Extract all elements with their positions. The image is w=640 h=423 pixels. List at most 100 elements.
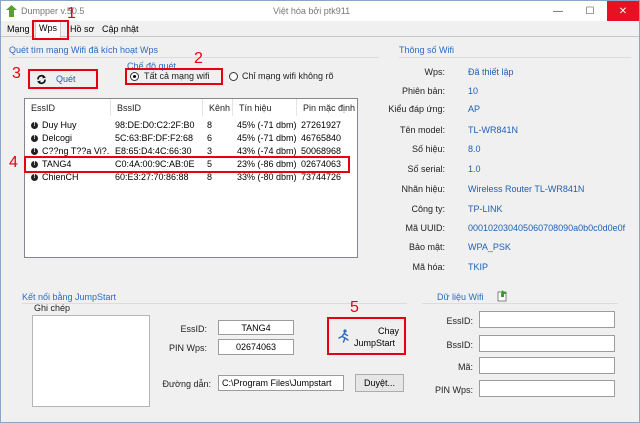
row-bssid: 98:DE:D0:C2:2F:B0 bbox=[115, 120, 195, 130]
info-icon: ! bbox=[31, 174, 38, 181]
close-button[interactable]: ✕ bbox=[607, 1, 639, 21]
tab-strip: Mạng Wps Hồ sơ Cập nhật bbox=[1, 21, 639, 38]
pin-wps-field[interactable]: 02674063 bbox=[218, 339, 294, 355]
wifi-info-value-serial: 1.0 bbox=[468, 164, 481, 174]
row-essid: ChienCH bbox=[42, 172, 79, 182]
wifi-info-label-security: Bảo mật: bbox=[408, 242, 445, 252]
row-essid: Delcogi bbox=[42, 133, 73, 143]
essid-label: EssID: bbox=[180, 324, 207, 334]
row-essid: Duy Huy bbox=[42, 120, 77, 130]
maximize-button[interactable]: ☐ bbox=[574, 1, 606, 21]
table-row[interactable]: ! Delcogi 5C:63:BF:DF:F2:68 6 45% (-71 d… bbox=[25, 133, 357, 145]
info-icon: ! bbox=[31, 148, 38, 155]
title-bar: Dumpper v.50.5 Việt hóa bởi ptk911 — ☐ ✕ bbox=[1, 1, 639, 21]
column-header-essid[interactable]: EssID bbox=[25, 99, 111, 116]
wifi-info-value-model-number: 8.0 bbox=[468, 144, 481, 154]
row-signal: 45% (-71 dbm) bbox=[237, 120, 297, 130]
column-header-signal[interactable]: Tín hiệu bbox=[233, 99, 297, 116]
row-signal: 45% (-71 dbm) bbox=[237, 133, 297, 143]
row-bssid: 60:E3:27:70:86:88 bbox=[115, 172, 189, 182]
table-row[interactable]: ! Duy Huy 98:DE:D0:C2:2F:B0 8 45% (-71 d… bbox=[25, 120, 357, 132]
info-icon: ! bbox=[31, 122, 38, 129]
wifi-data-title: Dữ liệu Wifi bbox=[437, 292, 484, 302]
run-jumpstart-label-line2: JumpStart bbox=[354, 338, 396, 348]
annotation-number-4: 4 bbox=[9, 154, 18, 171]
wifi-info-value-wps: Đã thiết lập bbox=[468, 67, 514, 77]
wifi-info-label-company: Công ty: bbox=[411, 204, 445, 214]
wifi-data-bssid-field[interactable] bbox=[479, 335, 615, 352]
scan-section-title: Quét tìm mạng Wifi đã kích hoạt Wps bbox=[9, 45, 159, 55]
wifi-data-group-line bbox=[422, 303, 618, 304]
wifi-info-value-response-type: AP bbox=[468, 104, 481, 114]
scan-button-label: Quét bbox=[56, 74, 76, 84]
row-signal: 33% (-80 dbm) bbox=[237, 172, 297, 182]
minimize-button[interactable]: — bbox=[542, 1, 574, 21]
wifi-data-pin-field[interactable] bbox=[479, 380, 615, 397]
wifi-info-label-brand: Nhãn hiệu: bbox=[401, 184, 445, 194]
wifi-info-value-uuid: 000102030405060708090a0b0c0d0e0f bbox=[468, 223, 626, 233]
running-person-icon bbox=[338, 329, 349, 343]
tab-profiles[interactable]: Hồ sơ bbox=[67, 23, 97, 37]
mode-unknown-radio[interactable] bbox=[229, 72, 238, 81]
column-header-bssid[interactable]: BssID bbox=[111, 99, 203, 116]
wifi-info-value-company: TP-LINK bbox=[468, 204, 503, 214]
row-essid: C??ng T??a Vi?... bbox=[42, 146, 110, 156]
export-icon[interactable] bbox=[496, 289, 509, 302]
wifi-data-key-label: Mã: bbox=[457, 362, 473, 372]
wifi-info-label-serial: Số serial: bbox=[407, 164, 445, 174]
row-channel: 8 bbox=[207, 172, 213, 182]
wifi-info-label-model-number: Số hiệu: bbox=[411, 144, 445, 154]
run-jumpstart-button[interactable]: Chạy JumpStart bbox=[327, 317, 406, 355]
row-channel: 8 bbox=[207, 120, 213, 130]
run-jumpstart-label-line1: Chạy bbox=[378, 326, 400, 336]
row-bssid: 5C:63:BF:DF:F2:68 bbox=[115, 133, 194, 143]
mode-all-radio[interactable] bbox=[130, 72, 139, 81]
wifi-data-bssid-label: BssID: bbox=[446, 340, 473, 350]
wifi-info-value-model-name: TL-WR841N bbox=[468, 125, 519, 135]
wifi-data-essid-label: EssID: bbox=[446, 316, 473, 326]
row-channel: 3 bbox=[207, 146, 213, 156]
notes-area[interactable] bbox=[32, 315, 150, 407]
scan-button[interactable]: Quét bbox=[28, 69, 98, 89]
translation-credit: Việt hóa bởi ptk911 bbox=[273, 6, 351, 16]
annotation-number-2: 2 bbox=[194, 50, 203, 67]
wifi-info-value-version: 10 bbox=[468, 86, 479, 96]
wifi-data-key-field[interactable] bbox=[479, 357, 615, 374]
wifi-info-label-encryption: Mã hóa: bbox=[412, 262, 445, 272]
annotation-box-1 bbox=[32, 20, 69, 40]
tab-network[interactable]: Mạng bbox=[4, 23, 33, 37]
column-header-default-pin[interactable]: Pin mặc định bbox=[297, 99, 359, 116]
annotation-number-5: 5 bbox=[350, 299, 359, 316]
essid-field[interactable]: TANG4 bbox=[218, 320, 294, 335]
wifi-info-label-wps: Wps: bbox=[424, 67, 445, 77]
tab-update[interactable]: Cập nhật bbox=[99, 23, 142, 37]
wifi-info-title: Thông số Wifi bbox=[399, 45, 455, 55]
wifi-info-label-model-name: Tên model: bbox=[399, 125, 445, 135]
wifi-info-label-version: Phiên bản: bbox=[401, 86, 445, 96]
row-bssid: E8:65:D4:4C:66:30 bbox=[115, 146, 192, 156]
notes-label: Ghi chép bbox=[34, 303, 71, 313]
row-signal: 43% (-74 dbm) bbox=[237, 146, 297, 156]
info-icon: ! bbox=[31, 135, 38, 142]
wifi-info-value-brand: Wireless Router TL-WR841N bbox=[468, 184, 585, 194]
path-label: Đường dẫn: bbox=[162, 379, 211, 389]
wifi-info-label-uuid: Mã UUID: bbox=[405, 223, 445, 233]
refresh-icon bbox=[37, 74, 46, 84]
mode-all-label[interactable]: Tất cả mạng wifi bbox=[144, 71, 210, 81]
path-field[interactable]: C:\Program Files\Jumpstart bbox=[218, 375, 344, 391]
row-default-pin: 46765840 bbox=[301, 133, 342, 143]
pin-wps-label: PIN Wps: bbox=[168, 343, 207, 353]
network-list[interactable]: EssID BssID Kênh Tín hiệu Pin mặc định !… bbox=[24, 98, 358, 258]
mode-unknown-label[interactable]: Chỉ mạng wifi không rõ bbox=[242, 71, 334, 81]
annotation-number-3: 3 bbox=[12, 65, 21, 82]
browse-button[interactable]: Duyệt... bbox=[355, 374, 404, 392]
column-header-channel[interactable]: Kênh bbox=[203, 99, 233, 116]
row-default-pin: 27261927 bbox=[301, 120, 342, 130]
table-row[interactable]: ! ChienCH 60:E3:27:70:86:88 8 33% (-80 d… bbox=[25, 172, 357, 184]
annotation-box-4 bbox=[24, 156, 350, 173]
app-logo-icon bbox=[6, 5, 17, 17]
wifi-data-essid-field[interactable] bbox=[479, 311, 615, 328]
wifi-info-label-response-type: Kiểu đáp ứng: bbox=[388, 104, 445, 114]
wifi-info-group-line bbox=[399, 57, 631, 58]
annotation-number-1: 1 bbox=[67, 5, 76, 22]
